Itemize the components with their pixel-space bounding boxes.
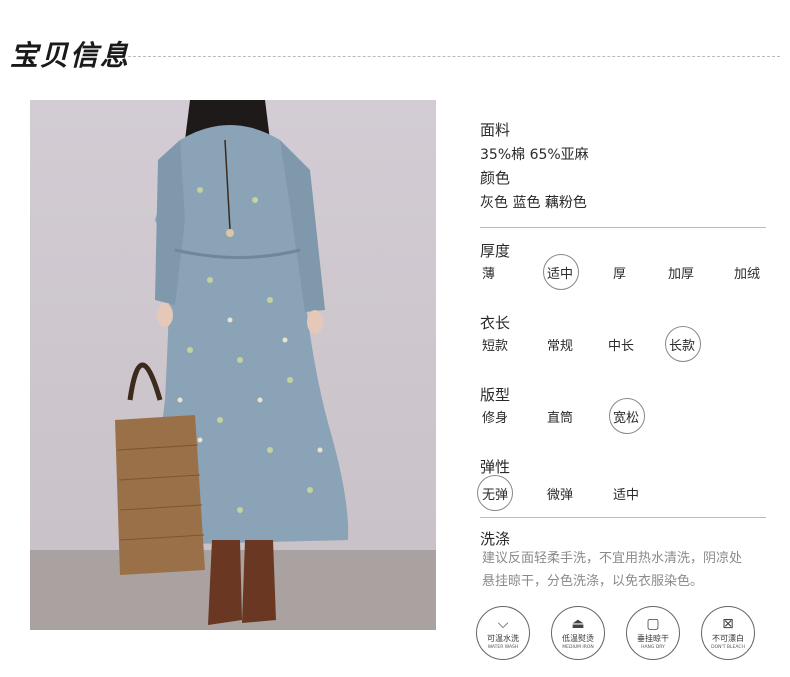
elasticity-label: 弹性: [480, 458, 511, 476]
divider: [480, 517, 766, 518]
elasticity-option: 微弹: [547, 488, 574, 503]
length-option: 常规: [547, 339, 574, 354]
thickness-option: 加绒: [734, 267, 761, 282]
care-icons: ⌵ 可温水洗 WATER WASH ⏏ 低温熨烫 MEDIUM IRON ▢ 垂…: [476, 606, 766, 662]
section-header: 宝贝信息: [10, 34, 780, 74]
length-option: 短款: [482, 339, 509, 354]
length-label: 衣长: [480, 314, 511, 332]
header-divider: [128, 56, 780, 57]
fit-option: 直筒: [547, 411, 574, 426]
elasticity-option: 适中: [613, 488, 640, 503]
product-photo: [30, 100, 436, 630]
washing-line: 悬挂晾干，分色洗涤，以免衣服染色。: [482, 574, 704, 589]
iron-icon: ⏏ 低温熨烫 MEDIUM IRON: [551, 606, 605, 660]
section-title: 宝贝信息: [10, 39, 131, 72]
fit-label: 版型: [480, 386, 511, 404]
no-bleach-icon: ⊠ 不可漂白 DON'T BLEACH: [701, 606, 755, 660]
washing-label: 洗涤: [480, 530, 511, 548]
fit-option: 宽松: [613, 411, 640, 426]
thickness-option: 厚: [613, 267, 627, 282]
length-option: 长款: [669, 339, 696, 354]
thickness-option: 薄: [482, 267, 496, 282]
fit-option: 修身: [482, 411, 509, 426]
divider: [480, 227, 766, 228]
thickness-option: 适中: [547, 267, 574, 282]
color-label: 颜色: [480, 169, 511, 187]
washing-line: 建议反面轻柔手洗，不宜用热水清洗，阴凉处: [482, 551, 743, 566]
thickness-option: 加厚: [668, 267, 695, 282]
wash-basin-icon: ⌵ 可温水洗 WATER WASH: [476, 606, 530, 660]
color-value: 灰色 蓝色 藕粉色: [480, 195, 587, 211]
length-option: 中长: [608, 339, 635, 354]
fabric-value: 35%棉 65%亚麻: [480, 147, 589, 163]
thickness-label: 厚度: [480, 242, 511, 260]
hang-dry-icon: ▢ 垂挂晾干 HANG DRY: [626, 606, 680, 660]
washing-instructions: 建议反面轻柔手洗，不宜用热水清洗，阴凉处 悬挂晾干，分色洗涤，以免衣服染色。: [482, 547, 772, 593]
dress-illustration: [30, 100, 436, 630]
fabric-label: 面料: [480, 121, 511, 139]
elasticity-option: 无弹: [482, 488, 509, 503]
